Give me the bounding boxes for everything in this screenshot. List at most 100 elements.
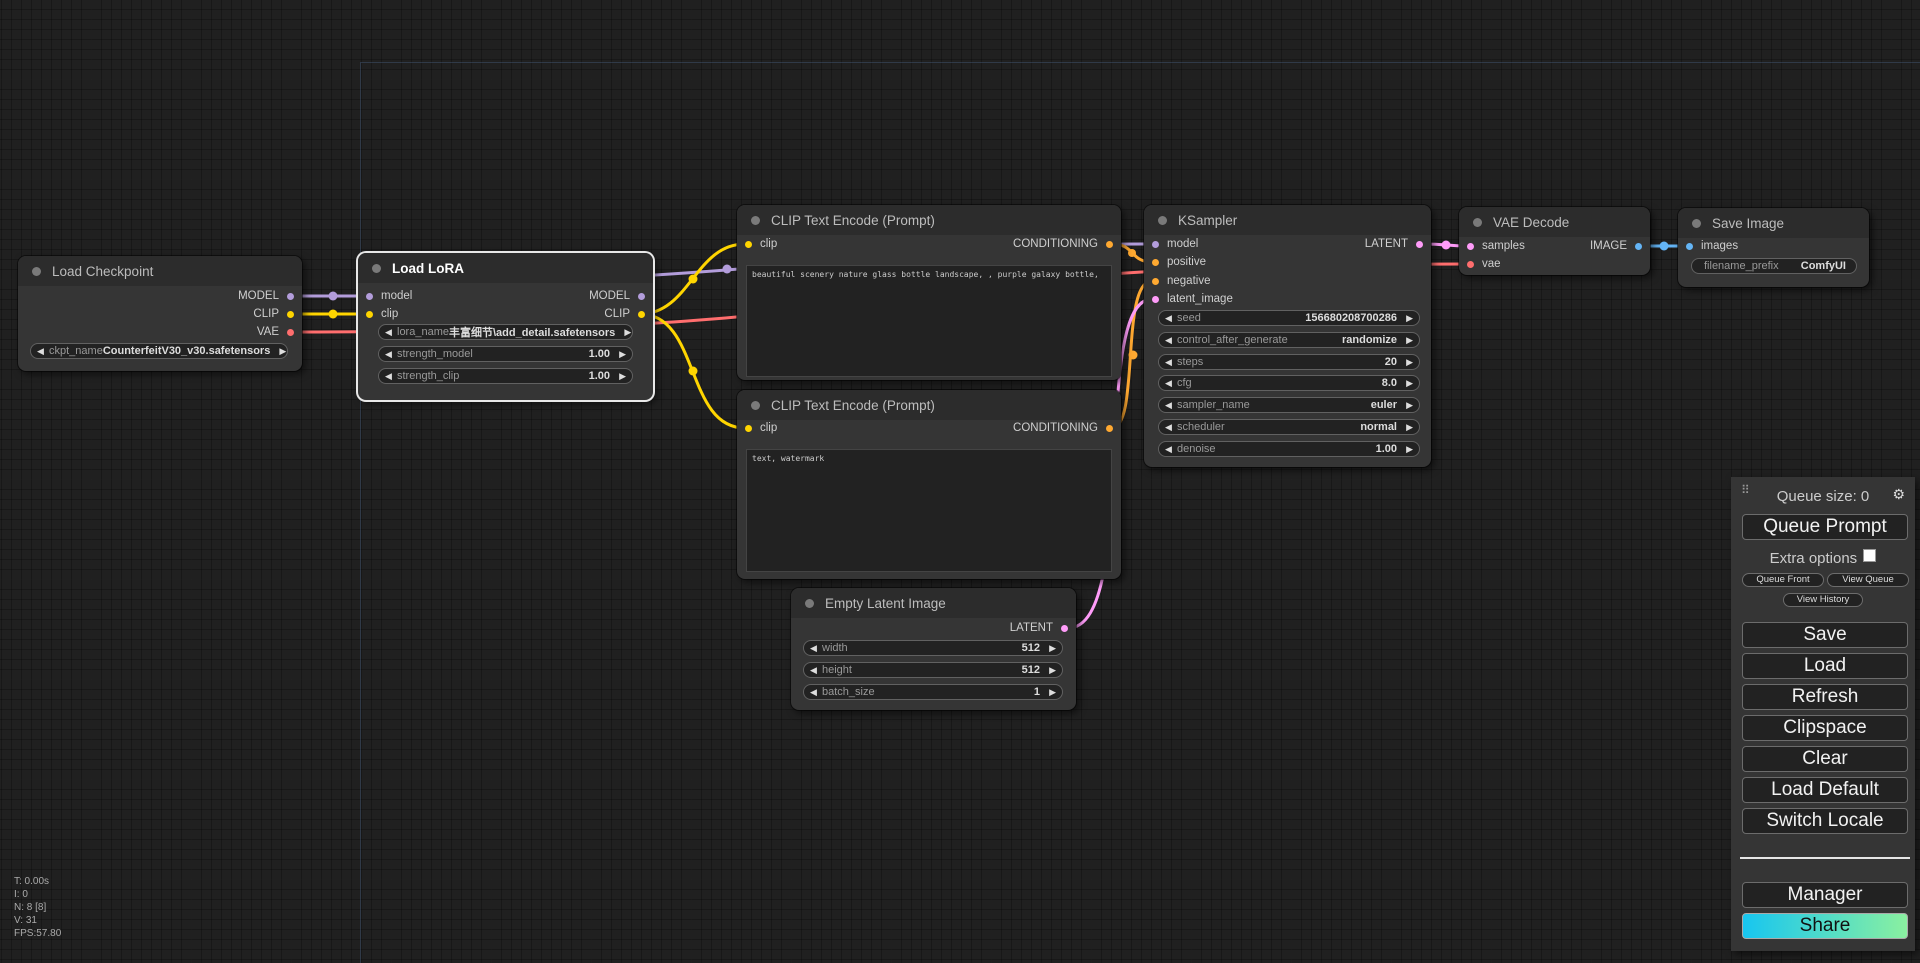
view-queue-button[interactable]: View Queue (1827, 573, 1909, 587)
refresh-button[interactable]: Refresh (1742, 684, 1908, 710)
arrow-left-icon[interactable]: ◀ (385, 349, 395, 360)
input-clip[interactable]: clip (745, 236, 777, 252)
node-vae-decode[interactable]: VAE Decode samples vae IMAGE (1459, 207, 1650, 275)
arrow-right-icon[interactable]: ▶ (1046, 643, 1056, 654)
arrow-right-icon[interactable]: ▶ (1403, 422, 1413, 433)
output-model[interactable]: MODEL (589, 288, 645, 304)
queue-front-button[interactable]: Queue Front (1742, 573, 1824, 587)
node-clip-text-encode-negative[interactable]: CLIP Text Encode (Prompt) clip CONDITION… (737, 390, 1121, 579)
output-clip[interactable]: CLIP (604, 306, 645, 322)
slot-dot-icon[interactable] (638, 310, 645, 318)
load-button[interactable]: Load (1742, 653, 1908, 679)
queue-prompt-button[interactable]: Queue Prompt (1742, 514, 1908, 540)
output-latent[interactable]: LATENT (1365, 236, 1423, 252)
arrow-right-icon[interactable]: ▶ (1403, 400, 1413, 411)
arrow-right-icon[interactable]: ▶ (621, 327, 631, 338)
widget-filename-prefix[interactable]: filename_prefix ComfyUI (1691, 258, 1857, 274)
prompt-textarea[interactable]: beautiful scenery nature glass bottle la… (746, 265, 1112, 377)
clipspace-button[interactable]: Clipspace (1742, 715, 1908, 741)
output-conditioning[interactable]: CONDITIONING (1013, 236, 1113, 252)
arrow-left-icon[interactable]: ◀ (37, 346, 47, 357)
slot-dot-icon[interactable] (1061, 624, 1068, 632)
node-empty-latent-image[interactable]: Empty Latent Image LATENT ◀ width 512 ▶ ◀ he… (791, 588, 1076, 710)
slot-dot-icon[interactable] (1106, 240, 1113, 248)
node-title[interactable]: Load Checkpoint (18, 256, 302, 286)
slot-dot-icon[interactable] (745, 240, 752, 248)
arrow-left-icon[interactable]: ◀ (810, 687, 820, 698)
arrow-right-icon[interactable]: ▶ (1403, 335, 1413, 346)
arrow-right-icon[interactable]: ▶ (1046, 665, 1056, 676)
arrow-left-icon[interactable]: ◀ (1165, 378, 1175, 389)
arrow-left-icon[interactable]: ◀ (1165, 400, 1175, 411)
load-default-button[interactable]: Load Default (1742, 777, 1908, 803)
arrow-left-icon[interactable]: ◀ (385, 327, 395, 338)
input-negative[interactable]: negative (1152, 273, 1210, 289)
switch-locale-button[interactable]: Switch Locale (1742, 808, 1908, 834)
slot-dot-icon[interactable] (1152, 258, 1159, 266)
slot-dot-icon[interactable] (1152, 295, 1159, 303)
input-clip[interactable]: clip (366, 306, 398, 322)
slot-dot-icon[interactable] (638, 292, 645, 300)
input-samples[interactable]: samples (1467, 238, 1525, 254)
collapse-dot-icon[interactable] (1692, 218, 1701, 228)
widget-sampler-name[interactable]: ◀ sampler_name euler ▶ (1158, 397, 1420, 413)
widget-strength-model[interactable]: ◀ strength_model 1.00 ▶ (378, 346, 633, 362)
widget-scheduler[interactable]: ◀ scheduler normal ▶ (1158, 419, 1420, 435)
node-load-lora[interactable]: Load LoRA model clip MODEL CLIP ◀ lora_n… (358, 253, 653, 400)
input-clip[interactable]: clip (745, 420, 777, 436)
widget-lora-name[interactable]: ◀ lora_name 丰富细节\add_detail.safetensors … (378, 324, 633, 340)
widget-seed[interactable]: ◀ seed 156680208700286 ▶ (1158, 310, 1420, 326)
arrow-left-icon[interactable]: ◀ (810, 643, 820, 654)
slot-dot-icon[interactable] (1635, 242, 1642, 250)
collapse-dot-icon[interactable] (1158, 215, 1167, 225)
collapse-dot-icon[interactable] (32, 266, 41, 276)
node-title[interactable]: CLIP Text Encode (Prompt) (737, 205, 1121, 235)
share-button[interactable]: Share (1742, 913, 1908, 939)
save-button[interactable]: Save (1742, 622, 1908, 648)
clear-button[interactable]: Clear (1742, 746, 1908, 772)
arrow-right-icon[interactable]: ▶ (616, 349, 626, 360)
arrow-right-icon[interactable]: ▶ (1403, 313, 1413, 324)
slot-dot-icon[interactable] (1416, 240, 1423, 248)
output-image[interactable]: IMAGE (1590, 238, 1642, 254)
input-vae[interactable]: vae (1467, 256, 1501, 272)
prompt-textarea[interactable]: text, watermark (746, 449, 1112, 572)
slot-dot-icon[interactable] (287, 292, 294, 300)
input-model[interactable]: model (1152, 236, 1198, 252)
arrow-left-icon[interactable]: ◀ (1165, 444, 1175, 455)
node-title[interactable]: Empty Latent Image (791, 588, 1076, 618)
slot-dot-icon[interactable] (1467, 260, 1474, 268)
settings-gear-icon[interactable]: ⚙ (1892, 486, 1905, 503)
widget-batch-size[interactable]: ◀ batch_size 1 ▶ (803, 684, 1063, 700)
view-history-button[interactable]: View History (1783, 593, 1863, 607)
slot-dot-icon[interactable] (287, 328, 294, 336)
output-conditioning[interactable]: CONDITIONING (1013, 420, 1113, 436)
node-ksampler[interactable]: KSampler model positive negative latent_… (1144, 205, 1431, 467)
output-model[interactable]: MODEL (238, 288, 294, 304)
slot-dot-icon[interactable] (1106, 424, 1113, 432)
widget-height[interactable]: ◀ height 512 ▶ (803, 662, 1063, 678)
widget-steps[interactable]: ◀ steps 20 ▶ (1158, 354, 1420, 370)
extra-options-checkbox[interactable] (1863, 549, 1877, 562)
arrow-left-icon[interactable]: ◀ (1165, 335, 1175, 346)
slot-dot-icon[interactable] (1467, 242, 1474, 250)
collapse-dot-icon[interactable] (1473, 217, 1482, 227)
arrow-left-icon[interactable]: ◀ (1165, 357, 1175, 368)
arrow-right-icon[interactable]: ▶ (1403, 357, 1413, 368)
node-title[interactable]: CLIP Text Encode (Prompt) (737, 390, 1121, 420)
node-title[interactable]: KSampler (1144, 205, 1431, 235)
widget-strength-clip[interactable]: ◀ strength_clip 1.00 ▶ (378, 368, 633, 384)
collapse-dot-icon[interactable] (805, 598, 814, 608)
node-title[interactable]: Save Image (1678, 208, 1869, 238)
slot-dot-icon[interactable] (1152, 277, 1159, 285)
slot-dot-icon[interactable] (366, 310, 373, 318)
input-latent-image[interactable]: latent_image (1152, 291, 1233, 307)
arrow-right-icon[interactable]: ▶ (276, 346, 286, 357)
slot-dot-icon[interactable] (1686, 242, 1693, 250)
widget-control-after-generate[interactable]: ◀ control_after_generate randomize ▶ (1158, 332, 1420, 348)
node-load-checkpoint[interactable]: Load Checkpoint MODEL CLIP VAE ◀ ckpt_na… (18, 256, 302, 371)
arrow-right-icon[interactable]: ▶ (1403, 378, 1413, 389)
input-images[interactable]: images (1686, 238, 1738, 254)
arrow-right-icon[interactable]: ▶ (1046, 687, 1056, 698)
slot-dot-icon[interactable] (1152, 240, 1159, 248)
